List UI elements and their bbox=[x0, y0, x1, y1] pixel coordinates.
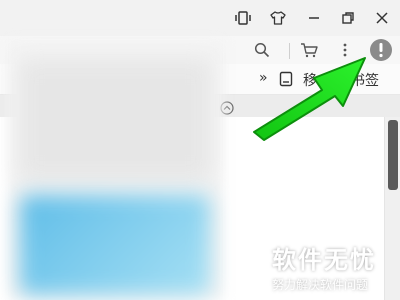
skin-button[interactable] bbox=[265, 5, 291, 31]
minimize-icon bbox=[309, 17, 319, 19]
title-bar bbox=[0, 0, 400, 36]
green-arrow-icon bbox=[253, 57, 366, 141]
blurred-image bbox=[20, 195, 210, 295]
close-icon bbox=[376, 12, 388, 24]
watermark-title: 软件无忧 bbox=[272, 246, 376, 274]
close-button[interactable] bbox=[369, 5, 395, 31]
blurred-content bbox=[20, 60, 210, 180]
minimize-button[interactable] bbox=[301, 5, 327, 31]
restore-button[interactable] bbox=[335, 5, 361, 31]
rotate-screen-icon bbox=[235, 11, 251, 25]
watermark-slogan: 努力解决软件问题 bbox=[272, 278, 369, 292]
watermark-logo: 软件无忧 努力解决软件问题 bbox=[262, 238, 400, 300]
shirt-icon bbox=[270, 11, 286, 25]
rotate-screen-button[interactable] bbox=[230, 5, 256, 31]
restore-icon bbox=[342, 12, 354, 24]
